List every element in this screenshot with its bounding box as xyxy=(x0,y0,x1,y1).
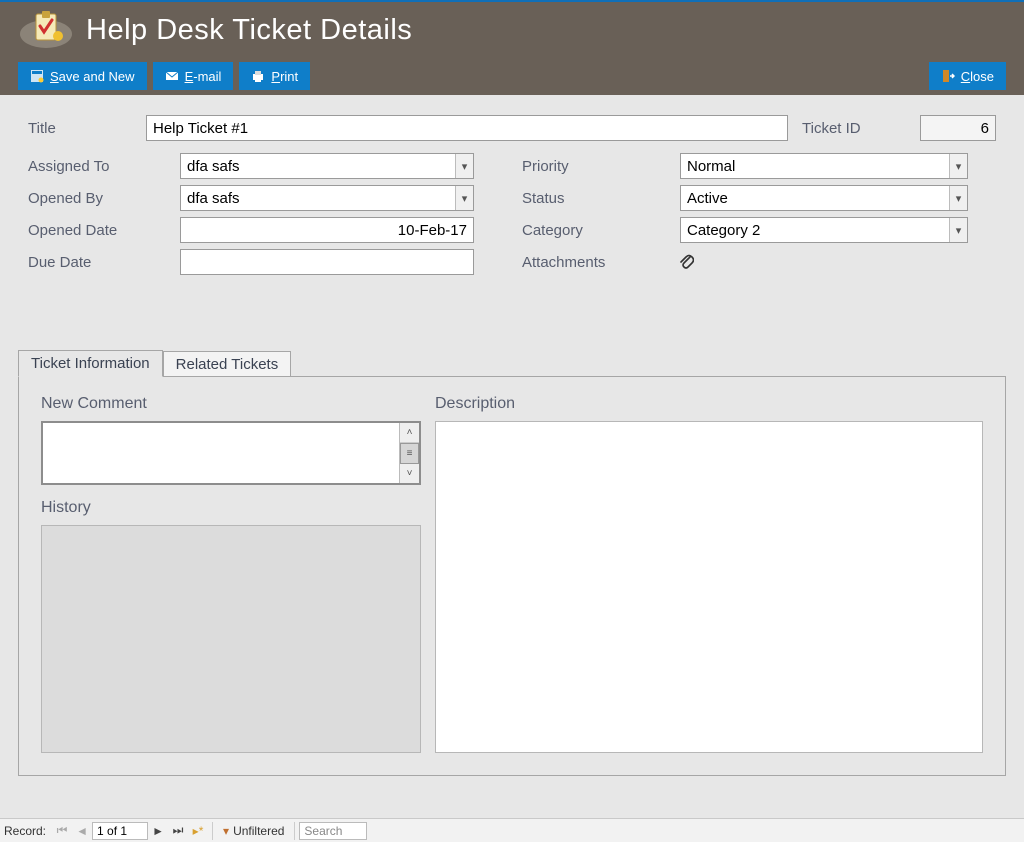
filter-icon: ▾ xyxy=(223,824,229,838)
opened-by-label: Opened By xyxy=(28,190,180,207)
nav-next-button[interactable]: ► xyxy=(148,821,168,841)
print-icon xyxy=(251,69,265,83)
category-combo[interactable]: Category 2 ▾ xyxy=(680,217,968,243)
app-logo-icon xyxy=(18,10,74,50)
form-area: Title Ticket ID Assigned To dfa safs ▾ O… xyxy=(0,95,1024,289)
email-button[interactable]: E-mail xyxy=(153,62,234,90)
nav-search-input[interactable] xyxy=(299,822,367,840)
new-comment-input[interactable] xyxy=(43,423,399,483)
chevron-down-icon: ▾ xyxy=(455,154,473,178)
tab-related-tickets[interactable]: Related Tickets xyxy=(163,351,292,377)
priority-label: Priority xyxy=(522,158,680,175)
tabs: Ticket Information Related Tickets New C… xyxy=(18,349,1006,776)
scroll-thumb[interactable]: ≡ xyxy=(400,443,419,464)
status-combo[interactable]: Active ▾ xyxy=(680,185,968,211)
due-date-input[interactable] xyxy=(180,249,474,275)
new-comment-box: ˄ ≡ ˅ xyxy=(41,421,421,485)
scroll-up-icon[interactable]: ˄ xyxy=(400,423,419,443)
opened-date-input[interactable] xyxy=(180,217,474,243)
page-title: Help Desk Ticket Details xyxy=(86,14,412,47)
tab-ticket-information[interactable]: Ticket Information xyxy=(18,350,163,377)
tab-panel: New Comment ˄ ≡ ˅ History Description xyxy=(18,376,1006,776)
close-door-icon xyxy=(941,69,955,83)
email-icon xyxy=(165,69,179,83)
due-date-label: Due Date xyxy=(28,254,180,271)
nav-filter[interactable]: ▾ Unfiltered xyxy=(217,824,290,838)
print-button[interactable]: Print xyxy=(239,62,310,90)
nav-last-button[interactable]: ⏭ xyxy=(168,821,188,841)
description-label: Description xyxy=(435,395,983,413)
close-button[interactable]: Close xyxy=(929,62,1006,90)
priority-combo[interactable]: Normal ▾ xyxy=(680,153,968,179)
category-label: Category xyxy=(522,222,680,239)
nav-position-input[interactable] xyxy=(92,822,148,840)
title-input[interactable] xyxy=(146,115,788,141)
scroll-down-icon[interactable]: ˅ xyxy=(400,464,419,483)
paperclip-icon xyxy=(678,253,694,271)
record-navigator: Record: ⏮ ◄ ► ⏭ ▸* ▾ Unfiltered xyxy=(0,818,1024,842)
toolbar: Save and New E-mail Print Close xyxy=(18,62,1006,90)
nav-prev-button[interactable]: ◄ xyxy=(72,821,92,841)
opened-date-label: Opened Date xyxy=(28,222,180,239)
assigned-to-label: Assigned To xyxy=(28,158,180,175)
new-comment-label: New Comment xyxy=(41,395,421,413)
attachments-label: Attachments xyxy=(522,254,680,271)
history-box xyxy=(41,525,421,753)
attachments-field[interactable]: (0) xyxy=(678,253,694,271)
header: Help Desk Ticket Details Save and New E-… xyxy=(0,2,1024,95)
ticket-id-input xyxy=(920,115,996,141)
description-input[interactable] xyxy=(435,421,983,753)
ticket-id-label: Ticket ID xyxy=(802,120,920,137)
save-icon xyxy=(30,69,44,83)
comment-scrollbar[interactable]: ˄ ≡ ˅ xyxy=(399,423,419,483)
chevron-down-icon: ▾ xyxy=(949,154,967,178)
chevron-down-icon: ▾ xyxy=(455,186,473,210)
title-label: Title xyxy=(28,120,146,137)
opened-by-combo[interactable]: dfa safs ▾ xyxy=(180,185,474,211)
record-label: Record: xyxy=(0,824,52,838)
nav-first-button[interactable]: ⏮ xyxy=(52,821,72,841)
nav-new-button[interactable]: ▸* xyxy=(188,821,208,841)
assigned-to-combo[interactable]: dfa safs ▾ xyxy=(180,153,474,179)
chevron-down-icon: ▾ xyxy=(949,186,967,210)
save-and-new-button[interactable]: Save and New xyxy=(18,62,147,90)
history-label: History xyxy=(41,499,421,517)
status-label: Status xyxy=(522,190,680,207)
chevron-down-icon: ▾ xyxy=(949,218,967,242)
